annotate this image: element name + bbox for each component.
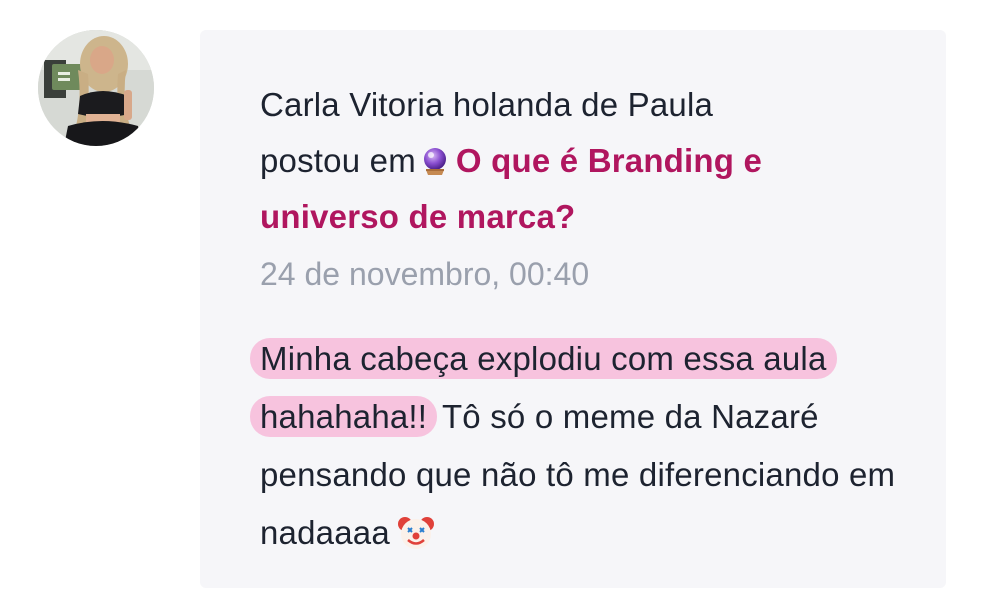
post-header: Carla Vitoria holanda de Paula postou em… [260, 77, 900, 245]
avatar-photo [38, 30, 154, 146]
post-verb: postou em [260, 142, 416, 179]
post-card: Carla Vitoria holanda de Paula postou em… [200, 30, 946, 588]
feed-item: Carla Vitoria holanda de Paula postou em… [0, 0, 982, 615]
author-name[interactable]: Carla Vitoria holanda de Paula [260, 86, 713, 123]
comment-body: Minha cabeça explodiu com essa aula haha… [250, 330, 900, 562]
clown-face-icon [397, 517, 434, 549]
crystal-ball-icon [423, 148, 446, 175]
avatar[interactable] [38, 30, 154, 146]
post-timestamp[interactable]: 24 de novembro, 00:40 [260, 252, 589, 296]
